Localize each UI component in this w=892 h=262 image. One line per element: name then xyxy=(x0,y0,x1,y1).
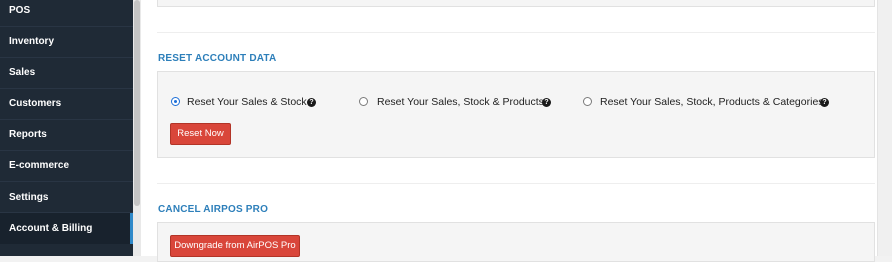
reset-option-sales-stock-products[interactable]: Reset Your Sales, Stock & Products ? xyxy=(359,96,559,110)
sidebar-item-inventory[interactable]: Inventory xyxy=(0,26,130,57)
page-scrollbar[interactable] xyxy=(877,0,892,256)
reset-option-label: Reset Your Sales & Stock xyxy=(187,96,307,108)
reset-now-button[interactable]: Reset Now xyxy=(170,123,231,145)
reset-option-label: Reset Your Sales, Stock & Products xyxy=(377,96,544,108)
sidebar-item-label: E-commerce xyxy=(9,159,70,171)
sidebar-item-label: Settings xyxy=(9,191,49,203)
sidebar-item-ecommerce[interactable]: E-commerce xyxy=(0,150,130,181)
sidebar-item-label: Inventory xyxy=(9,35,55,47)
sidebar-item-label: Customers xyxy=(9,97,62,109)
section-divider xyxy=(157,183,875,184)
reset-option-sales-stock[interactable]: Reset Your Sales & Stock ? xyxy=(171,96,331,110)
help-icon[interactable]: ? xyxy=(820,98,829,107)
radio-button[interactable] xyxy=(359,97,368,106)
help-icon[interactable]: ? xyxy=(307,98,316,107)
sidebar-item-pos[interactable]: POS xyxy=(0,0,130,26)
sidebar-item-reports[interactable]: Reports xyxy=(0,119,130,150)
previous-section-card xyxy=(157,0,875,7)
sidebar-item-sales[interactable]: Sales xyxy=(0,57,130,88)
sidebar-item-label: Reports xyxy=(9,128,47,140)
help-icon[interactable]: ? xyxy=(542,98,551,107)
radio-button[interactable] xyxy=(171,97,180,106)
reset-option-sales-stock-products-categories[interactable]: Reset Your Sales, Stock, Products & Cate… xyxy=(583,96,843,110)
sidebar: POS Inventory Sales Customers Reports E-… xyxy=(0,0,133,256)
sidebar-item-label: Sales xyxy=(9,66,36,78)
sidebar-item-customers[interactable]: Customers xyxy=(0,88,130,119)
radio-button[interactable] xyxy=(583,97,592,106)
reset-option-label: Reset Your Sales, Stock, Products & Cate… xyxy=(600,96,824,108)
downgrade-button[interactable]: Downgrade from AirPOS Pro xyxy=(170,235,300,257)
sidebar-item-settings[interactable]: Settings xyxy=(0,182,130,213)
section-divider xyxy=(157,32,875,33)
sidebar-item-label: POS xyxy=(9,4,31,16)
sidebar-scrollbar-thumb[interactable] xyxy=(134,0,140,206)
sidebar-item-label: Account & Billing xyxy=(9,222,93,234)
cancel-section-title: CANCEL AIRPOS PRO xyxy=(158,204,269,215)
sidebar-item-account-billing[interactable]: Account & Billing xyxy=(0,213,130,244)
reset-card xyxy=(157,71,875,158)
reset-section-title: RESET ACCOUNT DATA xyxy=(158,53,277,64)
